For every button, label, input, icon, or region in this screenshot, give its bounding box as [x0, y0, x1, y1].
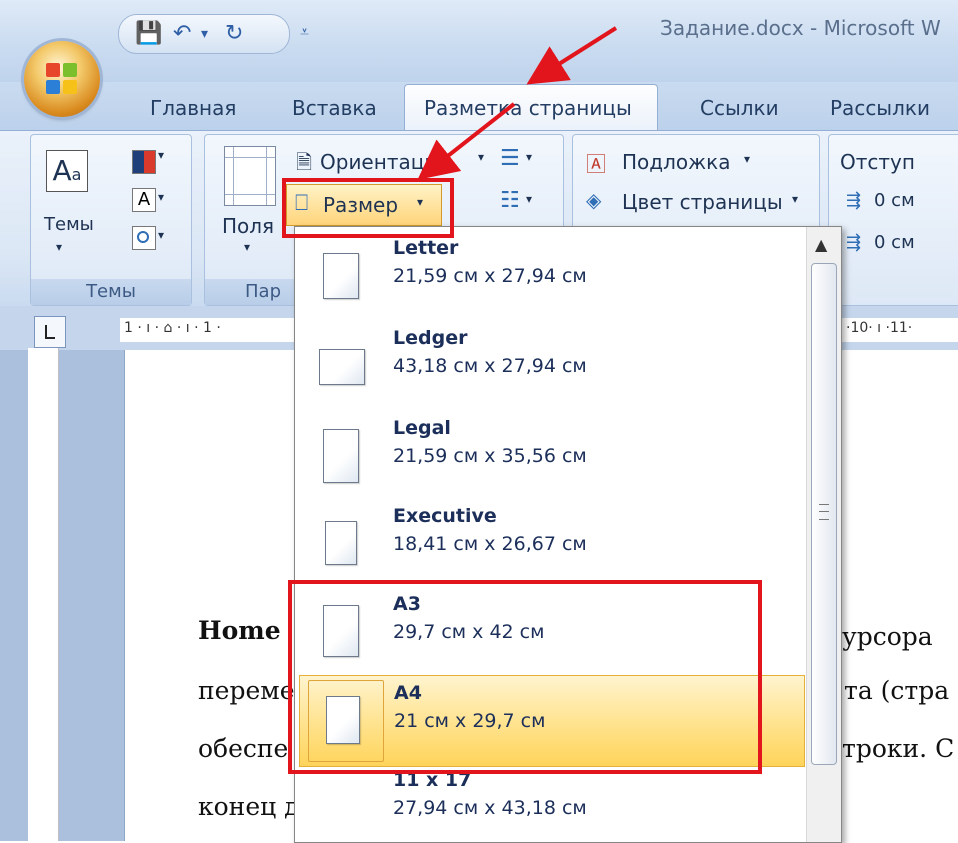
arrow-to-size	[417, 102, 516, 180]
annotation-arrows	[417, 26, 618, 180]
arrow-to-tab	[526, 26, 618, 85]
